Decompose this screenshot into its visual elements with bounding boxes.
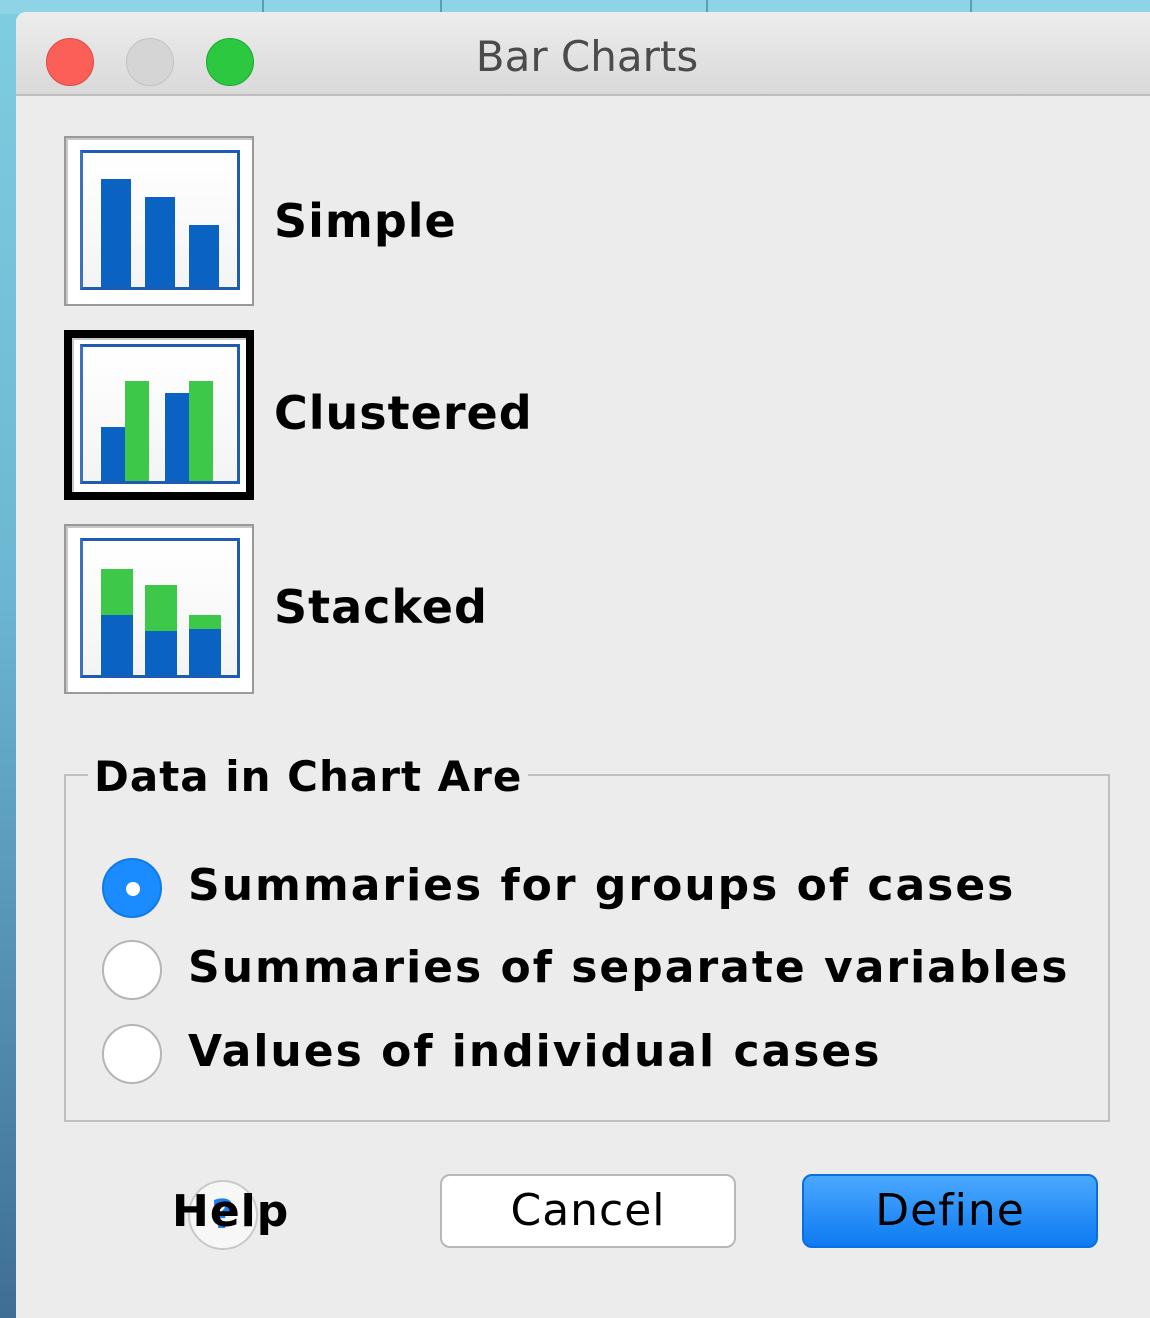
radio-label-summaries-groups[interactable]: Summaries for groups of cases [188, 860, 1015, 911]
clustered-chart-label[interactable]: Clustered [274, 386, 533, 440]
radio-label-summaries-variables[interactable]: Summaries of separate variables [188, 942, 1069, 993]
help-button[interactable]: ? Help [172, 1180, 288, 1260]
radio-summaries-variables[interactable] [102, 940, 162, 1000]
radio-summaries-groups[interactable] [102, 858, 162, 918]
clustered-bar-chart-icon [80, 344, 240, 484]
clustered-chart-button[interactable] [64, 330, 254, 500]
radio-label-individual-cases[interactable]: Values of individual cases [188, 1026, 881, 1077]
group-title: Data in Chart Are [88, 752, 529, 801]
bar-charts-dialog: Bar Charts Simple Clustered Stacked Data… [16, 12, 1150, 1318]
stacked-bar-chart-icon [80, 538, 240, 678]
simple-chart-button[interactable] [64, 136, 254, 306]
title-bar: Bar Charts [16, 12, 1150, 96]
simple-chart-label[interactable]: Simple [274, 194, 457, 248]
cancel-button[interactable]: Cancel [440, 1174, 736, 1248]
help-label: Help [172, 1186, 290, 1237]
window-title: Bar Charts [475, 32, 699, 81]
radio-individual-cases[interactable] [102, 1024, 162, 1084]
stacked-chart-label[interactable]: Stacked [274, 580, 488, 634]
stacked-chart-button[interactable] [64, 524, 254, 694]
define-button[interactable]: Define [802, 1174, 1098, 1248]
simple-bar-chart-icon [80, 150, 240, 290]
